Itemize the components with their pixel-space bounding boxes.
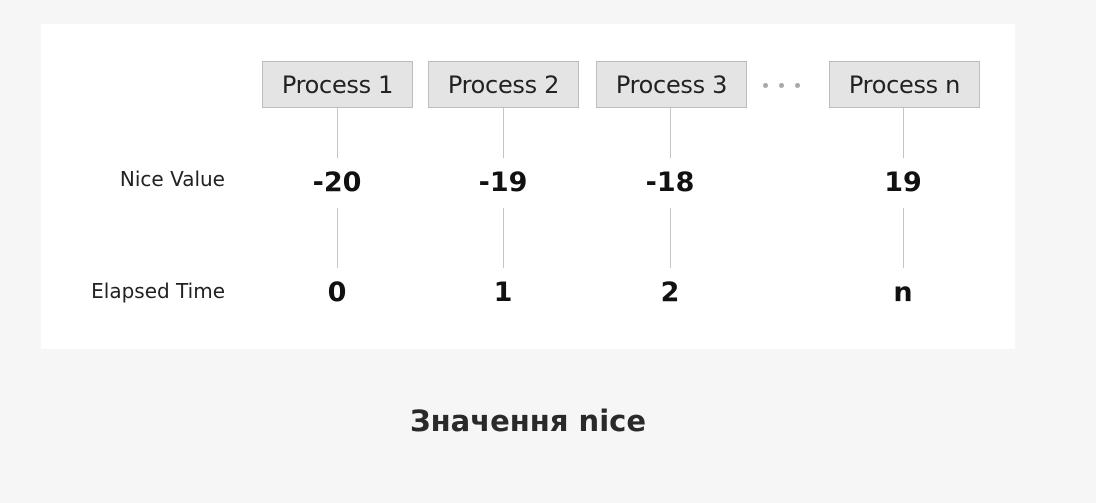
elapsed-time-value: 1 <box>493 277 513 308</box>
row-label-elapsed-time: Elapsed Time <box>91 279 225 303</box>
connector-line <box>337 108 338 158</box>
process-box-2: Process 2 <box>428 61 579 108</box>
connector-line <box>503 208 504 268</box>
nice-value: -20 <box>312 167 362 198</box>
process-box-n: Process n <box>829 61 980 108</box>
connector-line <box>903 108 904 158</box>
elapsed-time-value: 0 <box>327 277 347 308</box>
row-label-nice-value: Nice Value <box>119 167 225 191</box>
elapsed-time-value: 2 <box>660 277 680 308</box>
nice-value: -19 <box>478 167 528 198</box>
diagram-panel: Process 1 Process 2 Process 3 Process n … <box>41 24 1015 349</box>
figure-caption: Значення nice <box>409 404 647 438</box>
ellipsis-dots <box>763 79 811 89</box>
process-box-1: Process 1 <box>262 61 413 108</box>
elapsed-time-value: n <box>893 277 913 308</box>
connector-line <box>503 108 504 158</box>
nice-value: 19 <box>884 167 922 198</box>
process-box-3: Process 3 <box>596 61 747 108</box>
connector-line <box>337 208 338 268</box>
nice-value: -18 <box>645 167 695 198</box>
connector-line <box>670 208 671 268</box>
connector-line <box>903 208 904 268</box>
connector-line <box>670 108 671 158</box>
